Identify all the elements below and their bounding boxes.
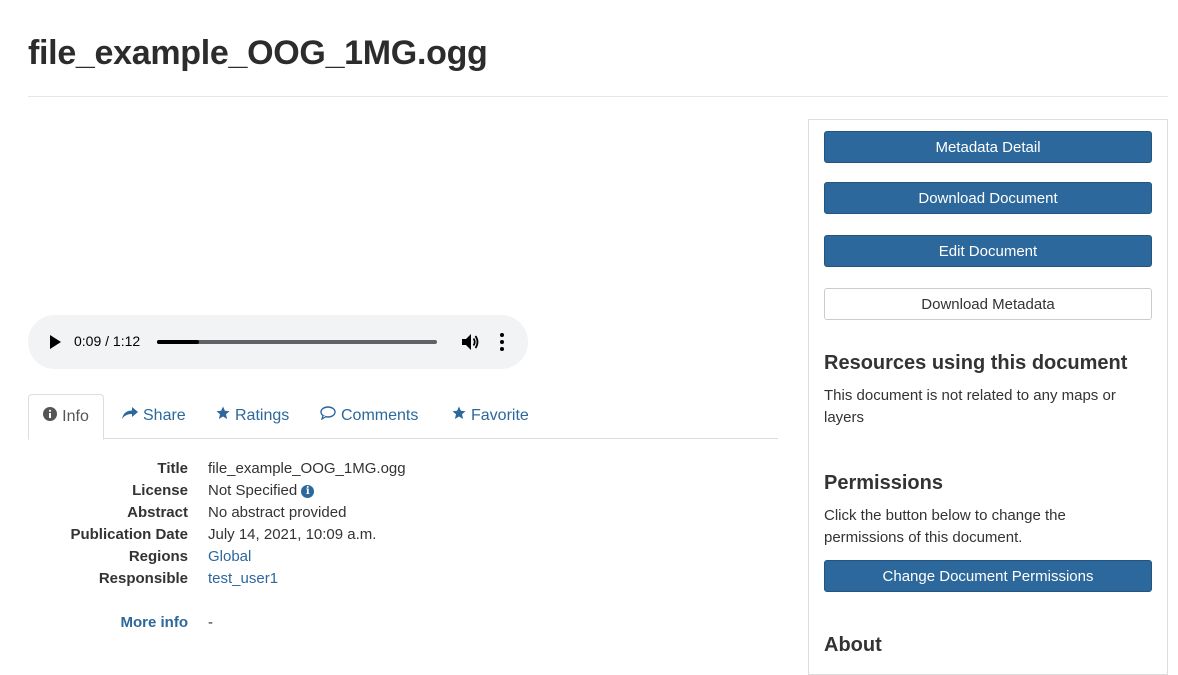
more-options-icon[interactable] <box>498 333 506 351</box>
audio-player[interactable]: 0:09 / 1:12 <box>28 315 528 369</box>
download-metadata-button[interactable]: Download Metadata <box>824 288 1152 320</box>
download-metadata-panel: Download Metadata <box>808 278 1168 332</box>
tab-label: Info <box>62 408 89 425</box>
download-document-panel: Download Document <box>808 172 1168 226</box>
resources-text: This document is not related to any maps… <box>824 387 1116 426</box>
info-circle-icon <box>43 395 58 438</box>
info-value-wrap: Not Specified i <box>208 480 315 502</box>
info-label: Responsible <box>98 570 188 587</box>
play-icon[interactable] <box>50 335 61 349</box>
info-label: License <box>132 482 188 499</box>
tab-label: Share <box>143 407 186 424</box>
star-icon <box>216 394 230 437</box>
tab-ratings[interactable]: Ratings <box>216 394 289 437</box>
info-value: Not Specified <box>208 482 298 499</box>
volume-icon[interactable] <box>460 333 480 351</box>
info-value: No abstract provided <box>208 504 347 521</box>
edit-document-button[interactable]: Edit Document <box>824 235 1152 267</box>
regions-link[interactable]: Global <box>208 548 251 565</box>
share-icon <box>122 394 138 437</box>
tab-share[interactable]: Share <box>122 394 186 437</box>
info-value-wrap: test_user1 <box>208 568 278 590</box>
page-title: file_example_OOG_1MG.ogg <box>28 34 488 72</box>
edit-document-panel: Edit Document <box>808 225 1168 279</box>
metadata-detail-button[interactable]: Metadata Detail <box>824 131 1152 163</box>
info-circle-icon[interactable]: i <box>301 484 315 498</box>
audio-time: 0:09 / 1:12 <box>74 333 141 349</box>
resources-panel: Resources using this document This docum… <box>808 331 1168 452</box>
change-permissions-button[interactable]: Change Document Permissions <box>824 560 1152 592</box>
info-label: Abstract <box>127 504 188 521</box>
metadata-detail-panel: Metadata Detail <box>808 119 1168 174</box>
info-label: Publication Date <box>70 526 188 543</box>
comment-icon <box>320 394 336 437</box>
tab-favorite[interactable]: Favorite <box>452 394 529 437</box>
audio-seek-bar[interactable] <box>157 340 437 344</box>
star-icon <box>452 394 466 437</box>
tab-label: Ratings <box>235 407 290 424</box>
info-label: Regions <box>128 548 188 565</box>
tab-label: Comments <box>341 407 419 424</box>
info-value: file_example_OOG_1MG.ogg <box>208 460 406 477</box>
permissions-heading: Permissions <box>824 472 943 494</box>
about-panel: About <box>808 614 1168 675</box>
info-value: - <box>208 614 213 631</box>
resources-heading: Resources using this document <box>824 352 1128 374</box>
tab-label: Favorite <box>471 407 529 424</box>
document-tabs: Info Share Ratings Comments Favorite <box>28 394 778 440</box>
title-divider <box>28 96 1168 97</box>
audio-progress-fill <box>157 340 199 344</box>
permissions-panel: Permissions Click the button below to ch… <box>808 451 1168 615</box>
about-heading: About <box>824 634 882 656</box>
info-value-wrap: Global <box>208 546 251 568</box>
more-info-link[interactable]: More info <box>28 612 189 634</box>
tab-comments[interactable]: Comments <box>320 394 418 437</box>
info-value: July 14, 2021, 10:09 a.m. <box>208 526 377 543</box>
download-document-button[interactable]: Download Document <box>824 182 1152 214</box>
info-label: Title <box>157 460 188 477</box>
permissions-text: Click the button below to change the per… <box>824 507 1066 546</box>
responsible-link[interactable]: test_user1 <box>208 570 278 587</box>
tab-info[interactable]: Info <box>28 394 104 440</box>
